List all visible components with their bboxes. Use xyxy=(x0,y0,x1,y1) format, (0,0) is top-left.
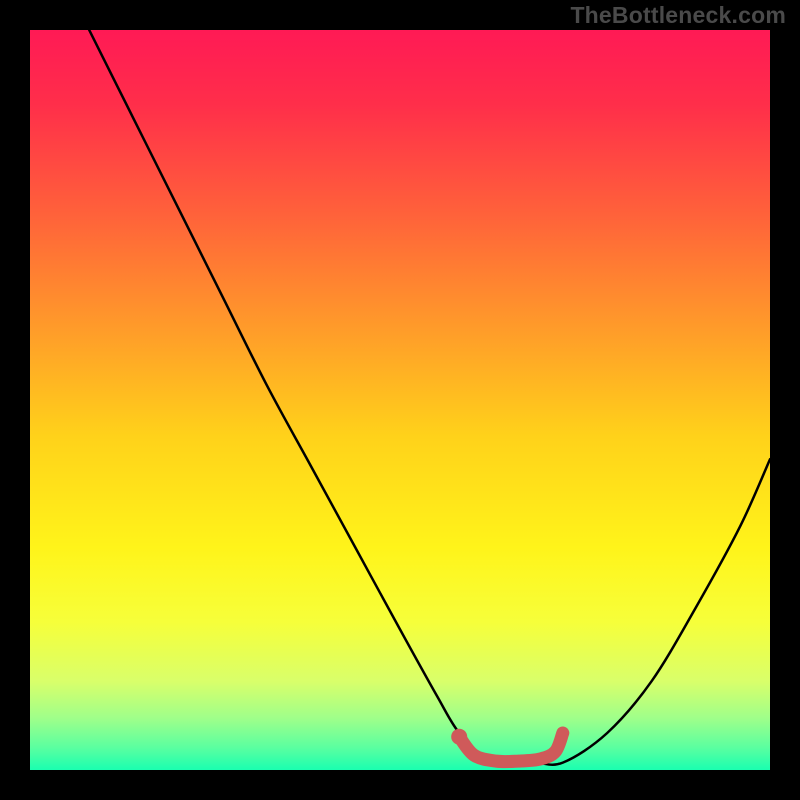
gradient-background xyxy=(30,30,770,770)
chart-svg xyxy=(30,30,770,770)
chart-frame: TheBottleneck.com xyxy=(0,0,800,800)
chart-plot-area xyxy=(30,30,770,770)
optimal-point-dot xyxy=(451,729,467,745)
watermark-text: TheBottleneck.com xyxy=(570,2,786,29)
